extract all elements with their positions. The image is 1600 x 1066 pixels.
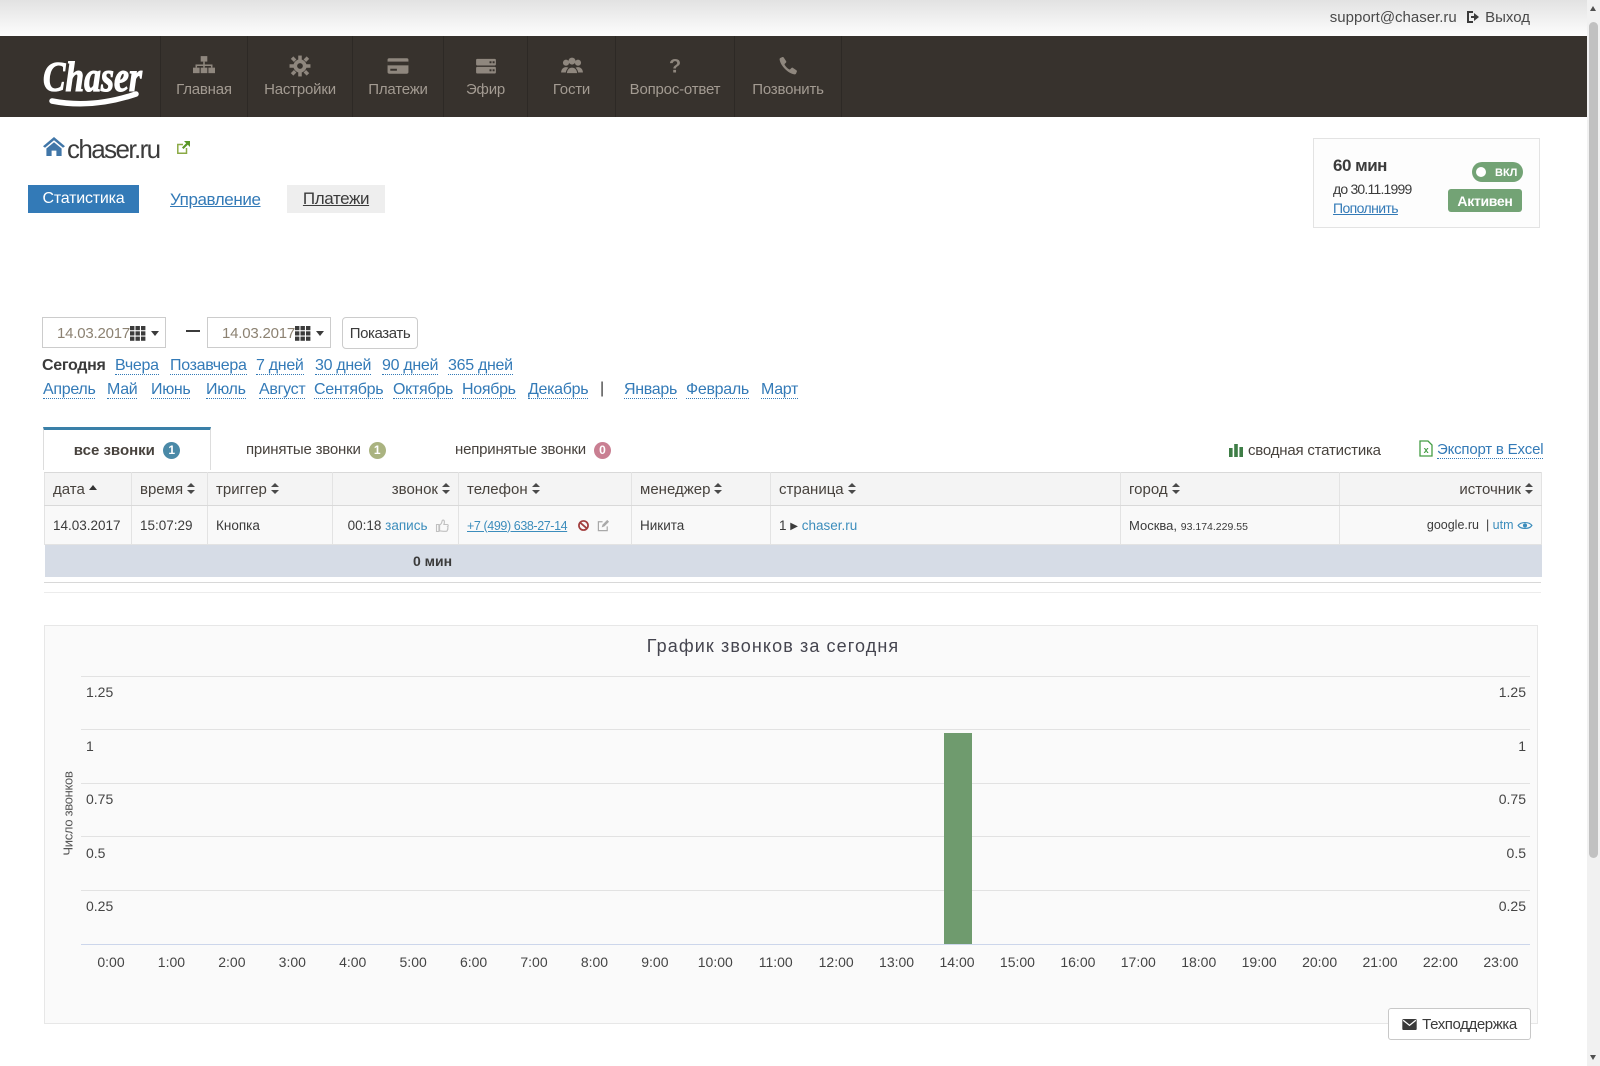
svg-text:x: x <box>1424 445 1429 455</box>
svg-text:?: ? <box>669 56 681 77</box>
